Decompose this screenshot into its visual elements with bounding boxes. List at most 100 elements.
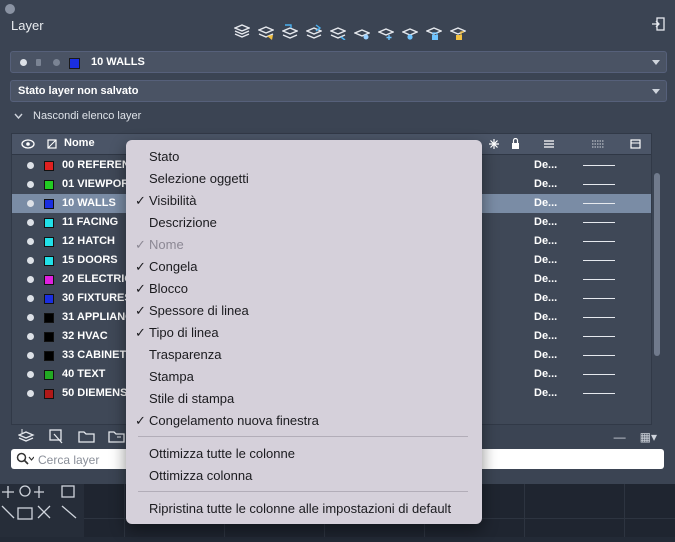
freeze-layer-icon[interactable] [376, 22, 395, 41]
layer-linetype[interactable]: De... [534, 216, 557, 228]
layer-linetype[interactable]: De... [534, 292, 557, 304]
menu-item[interactable]: Stampa [149, 369, 194, 384]
on-bulb-icon[interactable] [27, 219, 34, 226]
menu-item[interactable]: Descrizione [149, 215, 217, 230]
layer-linetype[interactable]: De... [534, 273, 557, 285]
search-placeholder: Cerca layer [38, 453, 100, 467]
layer-linetype[interactable]: De... [534, 349, 557, 361]
optimize-column-item[interactable]: Ottimizza colonna [149, 468, 252, 483]
layer-lineweight[interactable] [583, 374, 615, 375]
on-bulb-icon[interactable] [27, 238, 34, 245]
layer-color-swatch[interactable] [44, 332, 54, 342]
layer-lineweight[interactable] [583, 393, 615, 394]
menu-item[interactable]: Blocco [149, 281, 188, 296]
reset-columns-item[interactable]: Ripristina tutte le colonne alle imposta… [149, 501, 451, 516]
on-bulb-icon[interactable] [27, 276, 34, 283]
on-bulb-icon[interactable] [27, 181, 34, 188]
layer-lineweight[interactable] [583, 222, 615, 223]
layer-linetype[interactable]: De... [534, 178, 557, 190]
name-column-header[interactable]: Nome [64, 137, 95, 149]
lineweight-column-icon[interactable] [592, 140, 604, 148]
layer-linetype[interactable]: De... [534, 235, 557, 247]
panel-grip-icon[interactable] [5, 4, 15, 14]
layer-lineweight[interactable] [583, 260, 615, 261]
new-group-filter-icon[interactable] [78, 428, 96, 444]
on-bulb-icon[interactable] [27, 162, 34, 169]
on-bulb-icon[interactable] [27, 371, 34, 378]
layer-color-swatch[interactable] [44, 351, 54, 361]
layer-color-swatch[interactable] [44, 313, 54, 323]
layer-color-swatch[interactable] [44, 294, 54, 304]
new-layer-vp-frozen-icon[interactable] [48, 428, 66, 444]
layer-color-swatch[interactable] [44, 199, 54, 209]
menu-item[interactable]: Tipo di linea [149, 325, 219, 340]
match-layer-icon[interactable] [280, 22, 299, 41]
layer-linetype[interactable]: De... [534, 197, 557, 209]
linetype-column-icon[interactable] [544, 139, 554, 149]
layer-linetype[interactable]: De... [534, 159, 557, 171]
layer-lineweight[interactable] [583, 165, 615, 166]
dock-panel-icon[interactable] [651, 17, 665, 31]
optimize-all-columns-item[interactable]: Ottimizza tutte le colonne [149, 446, 295, 461]
isolate-layer-icon[interactable] [328, 22, 347, 41]
layer-lineweight[interactable] [583, 203, 615, 204]
on-bulb-icon[interactable] [27, 295, 34, 302]
previous-layer-icon[interactable] [304, 22, 323, 41]
layer-lineweight[interactable] [583, 298, 615, 299]
on-bulb-icon[interactable] [27, 333, 34, 340]
layer-linetype[interactable]: De... [534, 254, 557, 266]
draw-tools-icons[interactable] [0, 484, 84, 537]
menu-item[interactable]: Selezione oggetti [149, 171, 249, 186]
layer-color-swatch[interactable] [44, 218, 54, 228]
hide-layer-list-toggle[interactable]: Nascondi elenco layer [14, 110, 141, 122]
column-settings-icon[interactable]: ▦▾ [640, 430, 657, 444]
layer-linetype[interactable]: De... [534, 368, 557, 380]
layer-state-dropdown[interactable]: Stato layer non salvato [10, 80, 667, 102]
current-layer-dropdown[interactable]: 10 WALLS [10, 51, 667, 73]
layer-color-swatch[interactable] [44, 180, 54, 190]
layer-color-swatch[interactable] [44, 256, 54, 266]
layer-color-swatch[interactable] [44, 370, 54, 380]
minus-icon[interactable]: — [614, 430, 626, 444]
layer-lineweight[interactable] [583, 184, 615, 185]
color-column-icon[interactable] [47, 139, 57, 149]
freeze-column-icon[interactable] [489, 139, 499, 149]
layer-lineweight[interactable] [583, 336, 615, 337]
on-bulb-icon[interactable] [27, 390, 34, 397]
layer-color-swatch[interactable] [44, 275, 54, 285]
layer-on-icon[interactable] [400, 22, 419, 41]
layer-name: 20 ELECTRIC [62, 273, 133, 285]
new-layer-icon[interactable] [18, 428, 36, 444]
menu-item[interactable]: Visibilità [149, 193, 196, 208]
menu-item[interactable]: Congela [149, 259, 197, 274]
menu-item[interactable]: Spessore di linea [149, 303, 249, 318]
visibility-column-icon[interactable] [21, 139, 35, 149]
layer-linetype[interactable]: De... [534, 387, 557, 399]
plot-column-icon[interactable] [630, 139, 641, 149]
layer-color-swatch[interactable] [44, 237, 54, 247]
menu-item[interactable]: Congelamento nuova finestra [149, 413, 319, 428]
layer-lineweight[interactable] [583, 355, 615, 356]
unlock-layer-icon[interactable] [448, 22, 467, 41]
menu-item[interactable]: Stile di stampa [149, 391, 234, 406]
on-bulb-icon[interactable] [27, 352, 34, 359]
on-bulb-icon[interactable] [27, 257, 34, 264]
on-bulb-icon[interactable] [27, 314, 34, 321]
layer-lineweight[interactable] [583, 241, 615, 242]
menu-item[interactable]: Trasparenza [149, 347, 222, 362]
layer-linetype[interactable]: De... [534, 330, 557, 342]
layer-lineweight[interactable] [583, 279, 615, 280]
make-current-icon[interactable] [256, 22, 275, 41]
layer-lineweight[interactable] [583, 317, 615, 318]
layer-properties-icon[interactable] [232, 22, 251, 41]
layer-list-scrollbar[interactable] [654, 173, 660, 356]
layer-off-icon[interactable] [352, 22, 371, 41]
on-bulb-icon[interactable] [27, 200, 34, 207]
layer-linetype[interactable]: De... [534, 311, 557, 323]
lock-layer-icon[interactable] [424, 22, 443, 41]
layer-color-swatch[interactable] [44, 389, 54, 399]
layer-color-swatch[interactable] [44, 161, 54, 171]
menu-item[interactable]: Stato [149, 149, 179, 164]
lock-column-icon[interactable] [511, 138, 520, 149]
new-property-filter-icon[interactable] [108, 428, 126, 444]
